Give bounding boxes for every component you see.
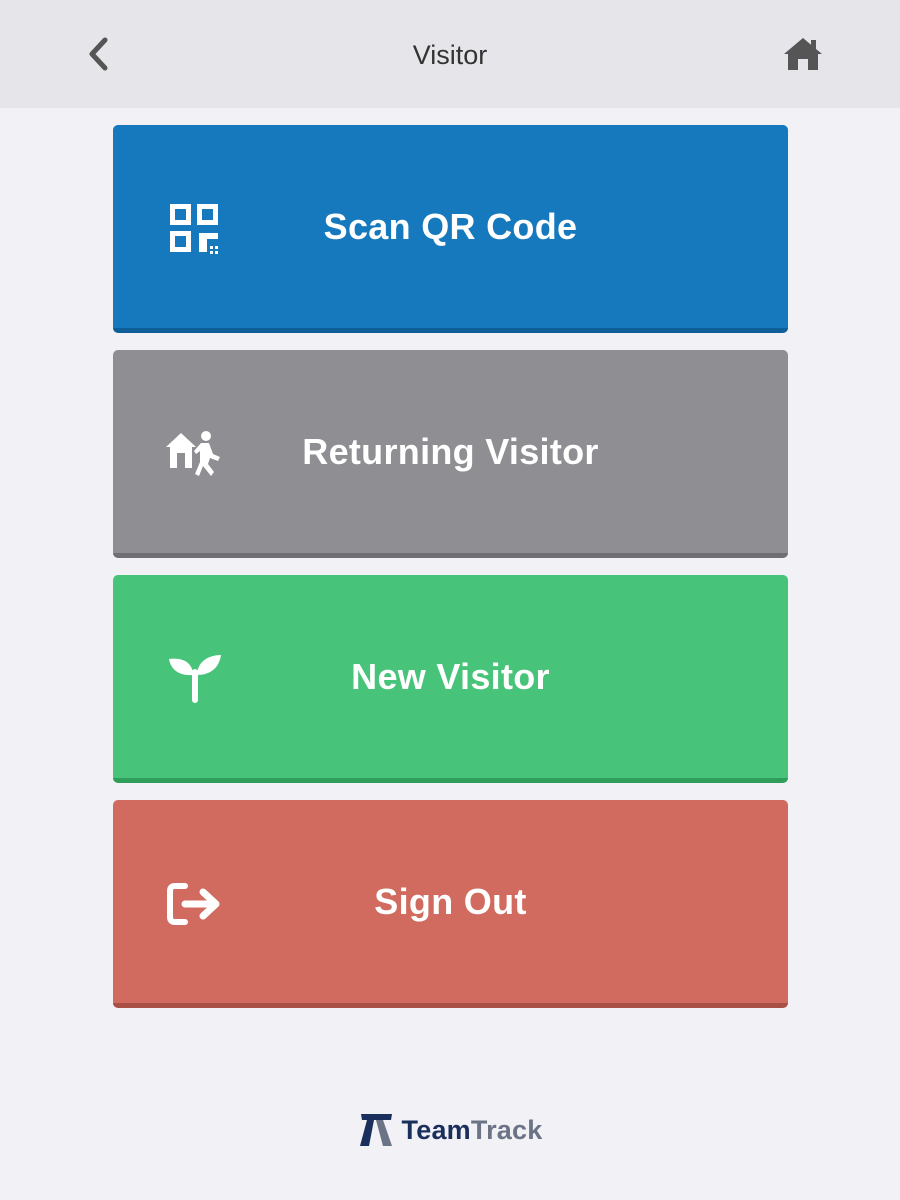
sign-out-button[interactable]: Sign Out — [113, 800, 788, 1008]
home-button[interactable] — [780, 34, 826, 74]
teamtrack-logo — [359, 1114, 392, 1146]
returning-visitor-label: Returning Visitor — [302, 430, 599, 472]
new-visitor-label: New Visitor — [351, 655, 550, 697]
new-visitor-button[interactable]: New Visitor — [113, 575, 788, 783]
home-icon — [784, 38, 822, 70]
brand-footer: TeamTrack — [0, 1110, 900, 1150]
scan-qr-code-button[interactable]: Scan QR Code — [113, 125, 788, 333]
top-bar: Visitor — [0, 0, 900, 108]
sign-out-label: Sign Out — [374, 880, 527, 922]
brand-name-part2: Track — [470, 1114, 543, 1145]
page-title: Visitor — [412, 40, 488, 70]
brand-name-part1: Team — [401, 1114, 471, 1145]
brand-name: TeamTrack — [402, 1115, 543, 1146]
returning-visitor-button[interactable]: Returning Visitor — [113, 350, 788, 558]
scan-qr-code-label: Scan QR Code — [323, 205, 578, 247]
